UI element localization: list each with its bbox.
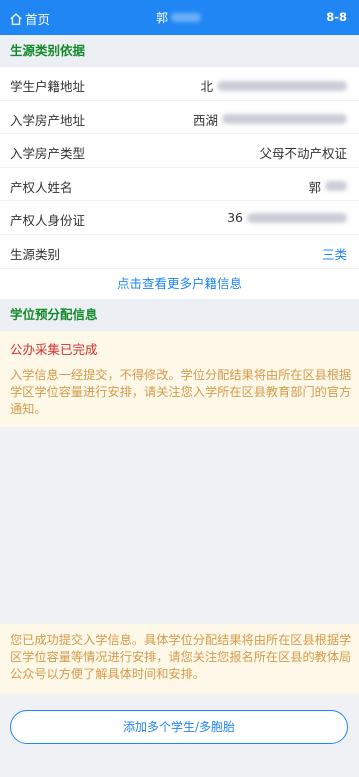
view-more-household-link[interactable]: 点击查看更多户籍信息 <box>0 269 359 299</box>
home-label: 首页 <box>25 12 51 27</box>
submission-notice-text: 您已成功提交入学信息。具体学位分配结果将由所在区县根据学区学位容量等情况进行安排… <box>10 633 352 681</box>
row-label: 入学房产类型 <box>10 146 86 162</box>
row-label: 产权人姓名 <box>10 179 73 195</box>
row-label: 入学房产地址 <box>10 112 86 128</box>
row-value: 父母不动产权证 <box>259 146 347 162</box>
page-title: 郭 <box>156 10 204 25</box>
source-category-value[interactable]: 三类 <box>322 244 347 263</box>
row-owner-id: 产权人身份证 36 <box>0 201 359 235</box>
row-value: 北 <box>200 76 347 95</box>
row-value: 36 <box>227 210 347 225</box>
row-value: 郭 <box>308 177 347 196</box>
submission-notice: 您已成功提交入学信息。具体学位分配结果将由所在区县根据学区学位容量等情况进行安排… <box>0 624 359 694</box>
row-label: 学生户籍地址 <box>10 79 86 94</box>
add-students-button[interactable]: 添加多个学生/多胞胎 <box>10 710 348 744</box>
row-property-address: 入学房产地址 西湖 <box>0 101 359 135</box>
row-label: 生源类别 <box>10 246 61 262</box>
collection-status: 公办采集已完成 <box>10 342 98 357</box>
allocation-notice: 公办采集已完成 入学信息一经提交，不得修改。学位分配结果将由所在区县根据学区学位… <box>0 331 359 427</box>
row-value: 西湖 <box>193 110 347 129</box>
top-bar: 首页 郭 8-8 <box>0 0 359 35</box>
page-range: 8-8 <box>326 10 347 24</box>
home-icon <box>10 12 22 25</box>
allocation-notice-text: 入学信息一经提交，不得修改。学位分配结果将由所在区县根据学区学位容量进行安排，请… <box>10 368 352 416</box>
home-button[interactable]: 首页 <box>9 9 50 28</box>
redacted-value <box>222 114 347 125</box>
section-title-source-basis: 生源类别依据 <box>0 35 359 67</box>
redacted-title <box>171 12 202 22</box>
source-basis-card: 学生户籍地址 北 入学房产地址 西湖 入学房产类型 父母不动产权证 产权人姓名 … <box>0 67 359 299</box>
row-property-type: 入学房产类型 父母不动产权证 <box>0 134 359 168</box>
row-owner-name: 产权人姓名 郭 <box>0 168 359 202</box>
row-household-address: 学生户籍地址 北 <box>0 67 359 101</box>
redacted-value <box>217 80 347 91</box>
redacted-value <box>247 212 347 223</box>
row-source-category: 生源类别 三类 <box>0 235 359 269</box>
redacted-value <box>325 181 347 192</box>
title-char: 郭 <box>156 10 169 25</box>
row-label: 产权人身份证 <box>10 213 86 229</box>
section-title-degree-allocation: 学位预分配信息 <box>0 299 359 331</box>
